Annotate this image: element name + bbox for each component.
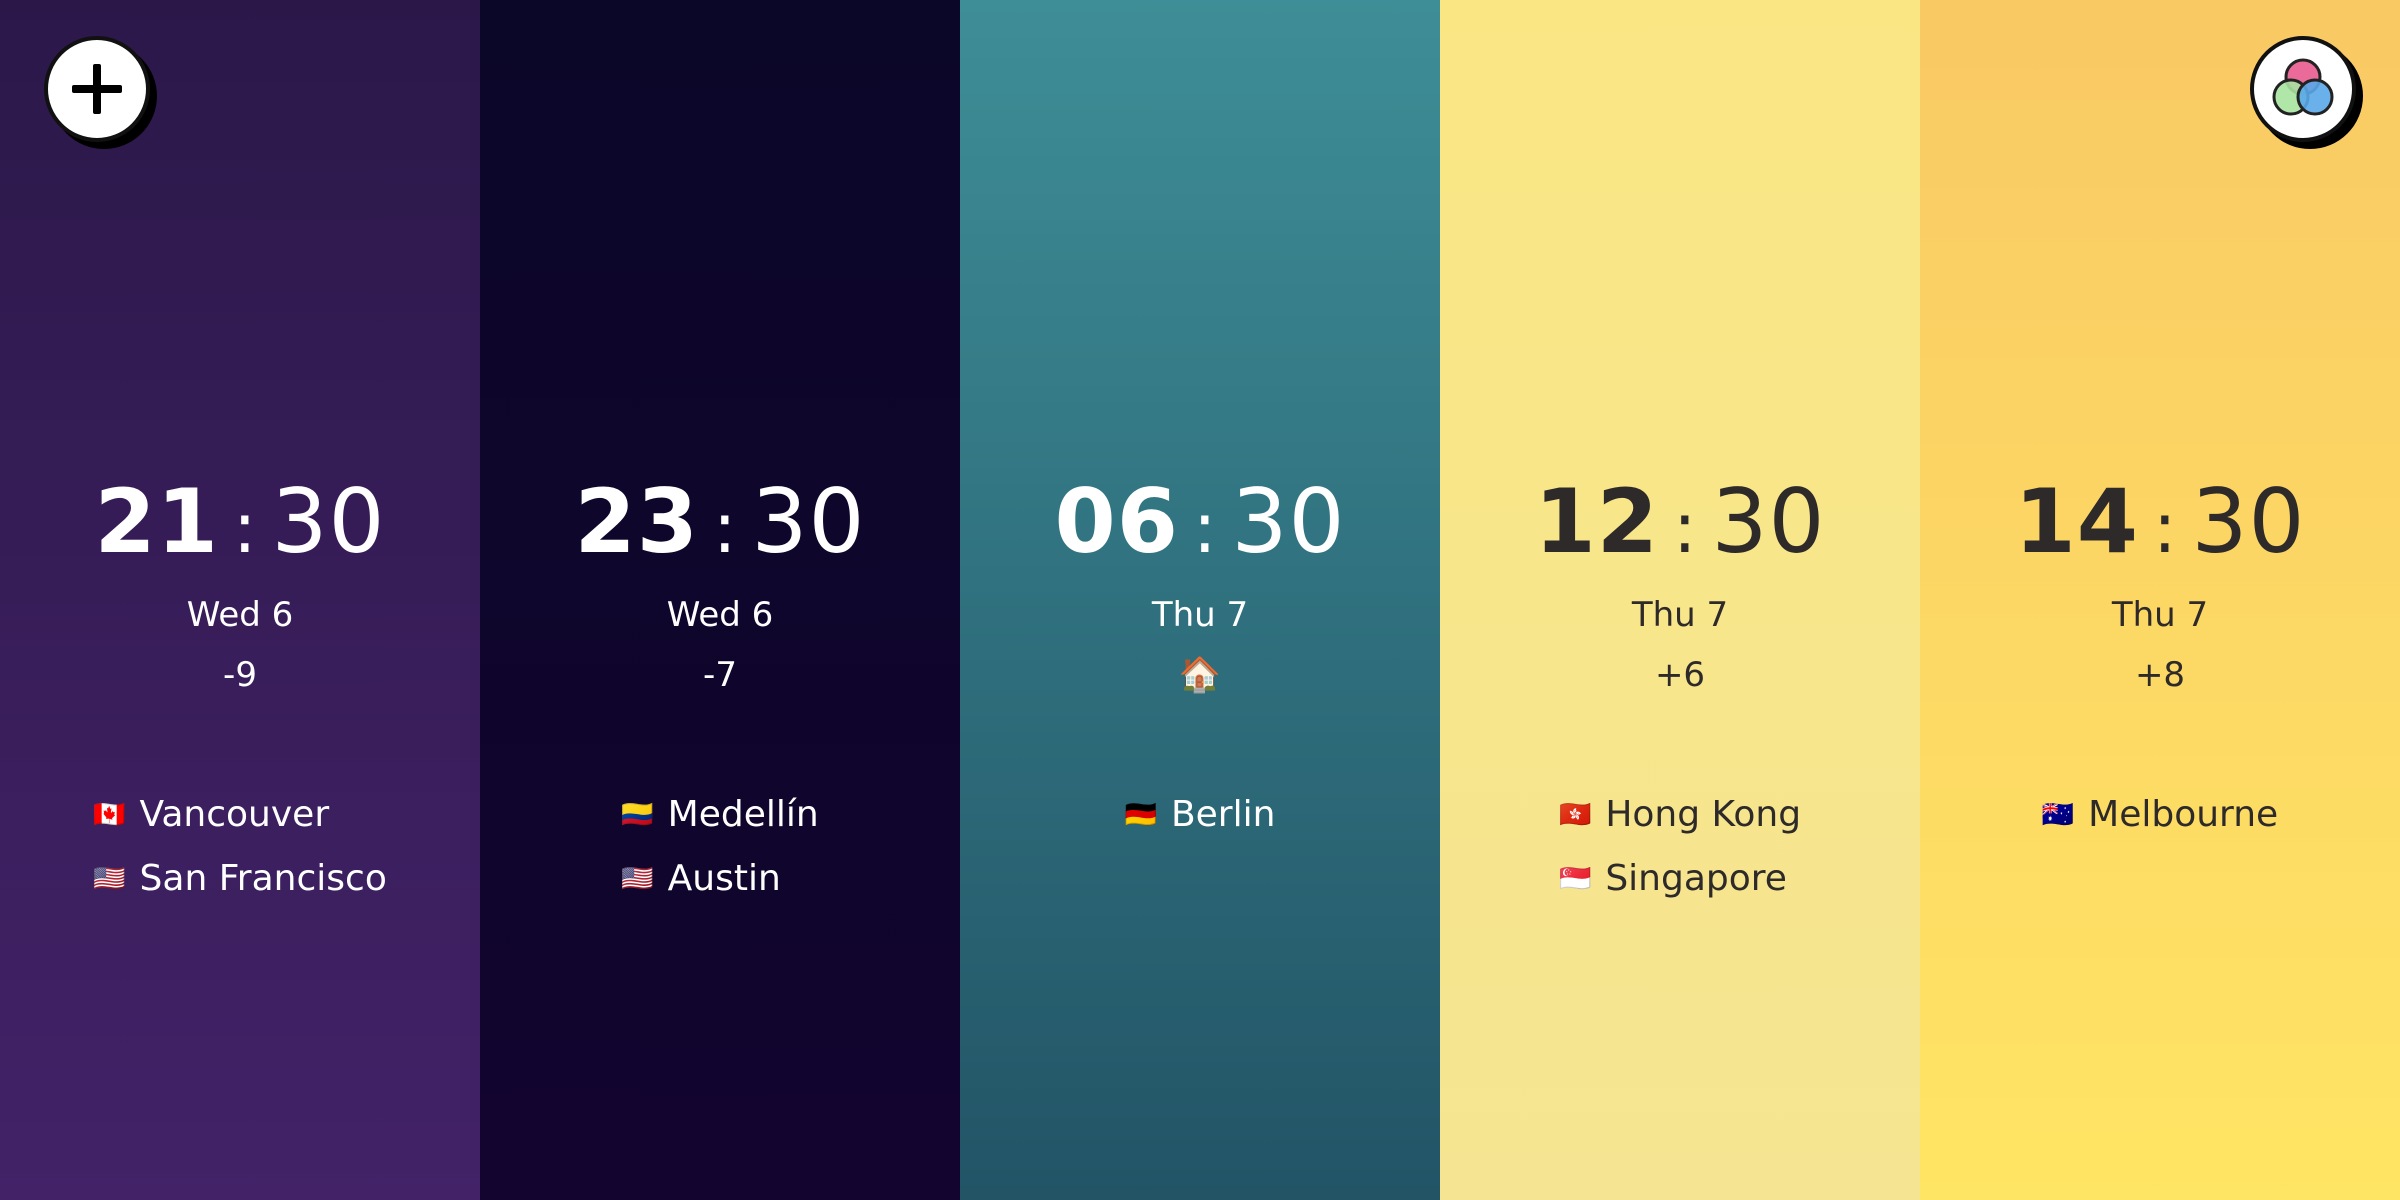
- time-minute: 30: [1711, 470, 1826, 573]
- city-list: 🇨🇦 Vancouver 🇺🇸 San Francisco: [93, 795, 387, 899]
- city-name: Melbourne: [2088, 794, 2279, 835]
- city-item[interactable]: 🇦🇺 Melbourne: [2042, 795, 2278, 835]
- city-list-wrapper: 🇦🇺 Melbourne: [1920, 795, 2400, 835]
- city-name: Berlin: [1170, 794, 1276, 835]
- time-hour: 12: [1534, 470, 1659, 573]
- city-item[interactable]: 🇺🇸 San Francisco: [93, 859, 387, 899]
- timezone-column-5[interactable]: 14:30 Thu 7 +8 🇦🇺 Melbourne: [1920, 0, 2400, 1200]
- flag-hong-kong-icon: 🇭🇰: [1558, 800, 1592, 830]
- date-label: Thu 7: [2111, 595, 2209, 635]
- flag-usa-icon: 🇺🇸: [93, 864, 126, 894]
- flag-canada-icon: 🇨🇦: [93, 800, 126, 830]
- city-item[interactable]: 🇺🇸 Austin: [621, 859, 781, 899]
- color-circles-icon: [2272, 58, 2334, 116]
- plus-icon: [72, 64, 122, 114]
- city-list: 🇩🇪 Berlin: [1125, 795, 1276, 835]
- city-list: 🇭🇰 Hong Kong 🇸🇬 Singapore: [1559, 795, 1801, 899]
- add-timezone-button[interactable]: [44, 36, 150, 142]
- timezone-column-3[interactable]: 06:30 Thu 7 🏠 🇩🇪 Berlin: [960, 0, 1440, 1200]
- time-display: 14:30: [1920, 478, 2400, 566]
- city-item[interactable]: 🇸🇬 Singapore: [1559, 859, 1787, 899]
- city-name: San Francisco: [139, 858, 387, 899]
- city-name: Austin: [667, 858, 781, 899]
- time-minute: 30: [1231, 470, 1346, 573]
- time-separator: :: [712, 487, 738, 569]
- time-display: 21:30: [0, 478, 480, 566]
- date-label: Thu 7: [1151, 595, 1249, 635]
- offset-label: -9: [223, 655, 257, 695]
- time-display: 23:30: [480, 478, 960, 566]
- time-minute: 30: [751, 470, 866, 573]
- offset-label: +8: [2134, 655, 2186, 695]
- time-separator: :: [1192, 487, 1218, 569]
- flag-colombia-icon: 🇨🇴: [621, 800, 654, 830]
- time-hour: 23: [574, 470, 699, 573]
- offset-label: +6: [1654, 655, 1706, 695]
- time-hour: 21: [94, 470, 219, 573]
- city-item[interactable]: 🇭🇰 Hong Kong: [1559, 795, 1801, 835]
- timezone-column-1[interactable]: 21:30 Wed 6 -9 🇨🇦 Vancouver 🇺🇸 San Francis…: [0, 0, 480, 1200]
- time-minute: 30: [2191, 470, 2306, 573]
- flag-australia-icon: 🇦🇺: [2041, 800, 2075, 830]
- date-label: Wed 6: [666, 595, 774, 635]
- time-separator: :: [1672, 487, 1698, 569]
- city-name: Hong Kong: [1605, 794, 1802, 835]
- date-label: Thu 7: [1631, 595, 1729, 635]
- time-hour: 14: [2014, 470, 2139, 573]
- time-minute: 30: [271, 470, 386, 573]
- city-list: 🇦🇺 Melbourne: [2042, 795, 2278, 835]
- theme-button[interactable]: [2250, 36, 2356, 142]
- city-list-wrapper: 🇭🇰 Hong Kong 🇸🇬 Singapore: [1440, 795, 1920, 899]
- timezone-columns: 21:30 Wed 6 -9 🇨🇦 Vancouver 🇺🇸 San Francis…: [0, 0, 2400, 1200]
- city-list-wrapper: 🇨🇦 Vancouver 🇺🇸 San Francisco: [0, 795, 480, 899]
- city-item[interactable]: 🇨🇴 Medellín: [621, 795, 818, 835]
- home-icon: 🏠: [1178, 655, 1222, 695]
- city-list-wrapper: 🇨🇴 Medellín 🇺🇸 Austin: [480, 795, 960, 899]
- city-list-wrapper: 🇩🇪 Berlin: [960, 795, 1440, 835]
- city-name: Medellín: [667, 794, 819, 835]
- time-separator: :: [232, 487, 258, 569]
- city-list: 🇨🇴 Medellín 🇺🇸 Austin: [621, 795, 818, 899]
- time-separator: :: [2152, 487, 2178, 569]
- city-item[interactable]: 🇨🇦 Vancouver: [93, 795, 329, 835]
- city-name: Singapore: [1605, 858, 1787, 899]
- city-name: Vancouver: [139, 794, 330, 835]
- flag-germany-icon: 🇩🇪: [1124, 800, 1157, 830]
- time-display: 06:30: [960, 478, 1440, 566]
- city-item[interactable]: 🇩🇪 Berlin: [1125, 795, 1276, 835]
- flag-singapore-icon: 🇸🇬: [1558, 864, 1592, 894]
- time-display: 12:30: [1440, 478, 1920, 566]
- flag-usa-icon: 🇺🇸: [621, 864, 654, 894]
- date-label: Wed 6: [186, 595, 294, 635]
- timezone-column-2[interactable]: 23:30 Wed 6 -7 🇨🇴 Medellín 🇺🇸 Austin: [480, 0, 960, 1200]
- time-hour: 06: [1054, 470, 1179, 573]
- timezone-column-4[interactable]: 12:30 Thu 7 +6 🇭🇰 Hong Kong 🇸🇬 Singapore: [1440, 0, 1920, 1200]
- offset-label: -7: [703, 655, 737, 695]
